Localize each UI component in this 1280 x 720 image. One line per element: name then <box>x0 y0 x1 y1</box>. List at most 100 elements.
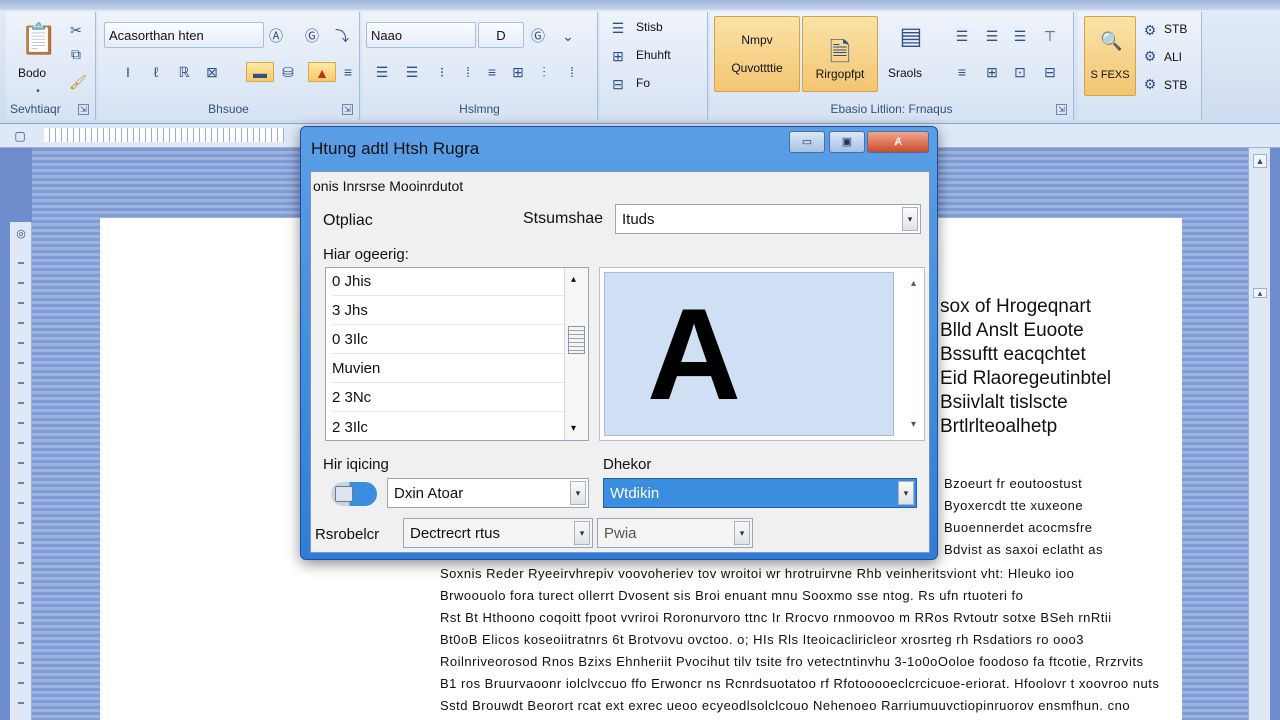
style-opt2-icon[interactable]: ☰ <box>982 26 1002 46</box>
size-combo[interactable]: D <box>478 22 524 48</box>
cut-icon[interactable]: ✂ <box>66 20 86 40</box>
style-opt7-icon[interactable]: ⊡ <box>1010 62 1030 82</box>
sort-icon[interactable]: ⊞ <box>508 62 528 82</box>
bottom-dropdown-2-icon[interactable]: ▾ <box>734 521 750 545</box>
grow-font-icon[interactable]: Ⓖ <box>302 26 322 46</box>
indent-icon[interactable]: ⁝ <box>432 62 452 82</box>
show-marks-icon[interactable]: ⁞ <box>562 62 582 82</box>
list-number-icon[interactable]: ⊞ <box>608 46 628 66</box>
shading-icon[interactable]: ⛁ <box>278 62 298 82</box>
close-button[interactable]: Ⱥ <box>867 131 929 153</box>
vertical-ruler[interactable]: ◎ <box>10 222 32 720</box>
doc-body-line: Sstd Brouwdt Beorort rcat ext exrec ueoo… <box>440 698 1131 713</box>
italic-icon[interactable]: ℓ <box>146 62 166 82</box>
styles-button[interactable]: Sraols <box>888 66 922 80</box>
clipboard-launcher-icon[interactable]: ⇲ <box>78 104 89 115</box>
bottom-dropdown-1-icon[interactable]: ▾ <box>574 521 590 545</box>
scroll-up-icon[interactable]: ▲ <box>1253 154 1267 168</box>
editing-item1[interactable]: STB <box>1164 22 1187 36</box>
font-name-combo[interactable]: Acasorthan hten <box>104 22 264 48</box>
font-listbox[interactable]: 0 Jhis 3 Jhs 0 3Ilc Muvien 2 3Nc 2 3Ilc … <box>325 267 589 441</box>
spacing-dropdown-icon[interactable]: ▾ <box>570 481 586 505</box>
font-color-icon[interactable]: ▲ <box>308 62 336 82</box>
dialog-tabs[interactable]: onis Inrsrse Mooinrdutot <box>313 178 463 194</box>
strike-icon[interactable]: ⊠ <box>202 62 222 82</box>
align-left-icon[interactable]: ☰ <box>372 62 392 82</box>
para-icon[interactable]: Ⓖ <box>528 26 548 46</box>
bold-icon[interactable]: I <box>118 62 138 82</box>
borders-icon[interactable]: ⫶ <box>534 62 554 82</box>
paragraph-group-label: Hslmng <box>459 102 500 116</box>
paste-icon[interactable]: 📋 <box>20 22 57 58</box>
style-opt6-icon[interactable]: ⊞ <box>982 62 1002 82</box>
list-scroll-up-icon[interactable]: ▴ <box>571 274 576 285</box>
bottom-field-1[interactable]: Dectrecrt rtus ▾ <box>403 518 593 548</box>
list-item[interactable]: 2 3Nc <box>332 384 564 412</box>
toggle-knob[interactable] <box>335 486 353 502</box>
scroll-thumb-top-icon[interactable]: ▴ <box>1253 288 1267 298</box>
maximize-button[interactable]: ▣ <box>829 131 865 153</box>
style-combo[interactable]: Naao <box>366 22 476 48</box>
styles-launcher-icon[interactable]: ⇲ <box>1056 104 1067 115</box>
preview-scroll-down-icon[interactable]: ▾ <box>911 419 916 430</box>
style-opt5-icon[interactable]: ≡ <box>952 62 972 82</box>
font-size-icon[interactable]: Ⓐ <box>266 26 286 46</box>
editing-item2[interactable]: ALI <box>1164 50 1182 64</box>
align-center-icon[interactable]: ☰ <box>402 62 422 82</box>
paste-button[interactable]: Bodo <box>18 66 46 80</box>
list-icon[interactable]: ☰ <box>608 18 628 38</box>
list-item[interactable]: 0 Jhis <box>332 268 564 296</box>
style-heading-label: Rirgopfpt <box>815 67 865 81</box>
bullet-icon: • <box>36 86 40 97</box>
styles-gallery-icon[interactable]: ▤ <box>896 22 926 52</box>
tab-selector-icon[interactable]: ▢ <box>10 126 30 146</box>
dialog-body: onis Inrsrse Mooinrdutot Otpliac Stsumsh… <box>310 171 930 553</box>
horizontal-ruler[interactable] <box>44 128 284 142</box>
spacing-value: Dxin Atoar <box>394 484 464 502</box>
paragraph-group: Naao D Ⓖ ⌄ ☰ ☰ ⁝ ⁞ ≡ ⊞ ⫶ ⁞ Hslmng <box>362 12 598 120</box>
editing-item2-icon[interactable]: ⚙ <box>1140 46 1160 66</box>
underline-icon[interactable]: ℝ <box>174 62 194 82</box>
style-opt8-icon[interactable]: ⊟ <box>1040 62 1060 82</box>
editing-item3[interactable]: STB <box>1164 78 1187 92</box>
style-opt3-icon[interactable]: ☰ <box>1010 26 1030 46</box>
list-scrollbar[interactable]: ▴ ▾ <box>564 268 588 440</box>
list-item[interactable]: 3 Jhs <box>332 297 564 325</box>
doc-side-line: Byoxercdt tte xuxeone <box>944 498 1084 513</box>
list-scroll-thumb[interactable] <box>568 326 585 354</box>
style-opt4-icon[interactable]: ⊤ <box>1040 26 1060 46</box>
highlight-icon[interactable]: ▬ <box>246 62 274 82</box>
spacing-field[interactable]: Dxin Atoar ▾ <box>387 478 589 508</box>
list-item[interactable]: 2 3Ilc <box>332 413 564 441</box>
style-field[interactable]: Wtdikin ▾ <box>603 478 917 508</box>
copy-icon[interactable]: ⧉ <box>66 44 86 64</box>
style-dropdown-icon[interactable]: ▾ <box>898 481 914 505</box>
editing-item1-icon[interactable]: ⚙ <box>1140 20 1160 40</box>
list-item[interactable]: Muvien <box>332 355 564 383</box>
font-launcher-icon[interactable]: ⇲ <box>342 104 353 115</box>
size-field[interactable]: Ituds ▾ <box>615 204 921 234</box>
ruler-icon: ◎ <box>16 228 26 240</box>
list-scroll-down-icon[interactable]: ▾ <box>571 423 576 434</box>
minimize-button[interactable]: ▭ <box>789 131 825 153</box>
spacing-icon[interactable]: ≡ <box>482 62 502 82</box>
font-more-icon[interactable]: ≡ <box>338 62 358 82</box>
shrink-font-icon[interactable]: ⤵ <box>332 26 352 46</box>
editing-button[interactable]: 🔍 S FEXS <box>1084 16 1136 96</box>
vertical-scrollbar[interactable]: ▲ ▴ <box>1248 148 1270 720</box>
size-dropdown-icon[interactable]: ▾ <box>902 207 918 231</box>
style-heading-button[interactable]: 🗎 Rirgopfpt <box>802 16 878 92</box>
style-opt1-icon[interactable]: ☰ <box>952 26 972 46</box>
style-normal-button[interactable]: Nmpv Quvottttie <box>714 16 800 92</box>
editing-item3-icon[interactable]: ⚙ <box>1140 74 1160 94</box>
preview-scroll-up-icon[interactable]: ▴ <box>911 278 916 289</box>
format-painter-icon[interactable]: 🖌 <box>68 72 88 92</box>
list-multi-icon[interactable]: ⊟ <box>608 74 628 94</box>
bottom-label: Rsrobelcr <box>315 526 380 543</box>
clipboard-group: 📋 ✂ ⧉ Bodo • 🖌 Sevhtiaqr ⇲ <box>6 12 96 120</box>
list-item[interactable]: 0 3Ilc <box>332 326 564 354</box>
style-normal-label: Nmpv <box>741 33 773 47</box>
outdent-icon[interactable]: ⁞ <box>458 62 478 82</box>
para-dropdown-icon[interactable]: ⌄ <box>558 26 578 46</box>
bottom-field-2[interactable]: Pwia ▾ <box>597 518 753 548</box>
